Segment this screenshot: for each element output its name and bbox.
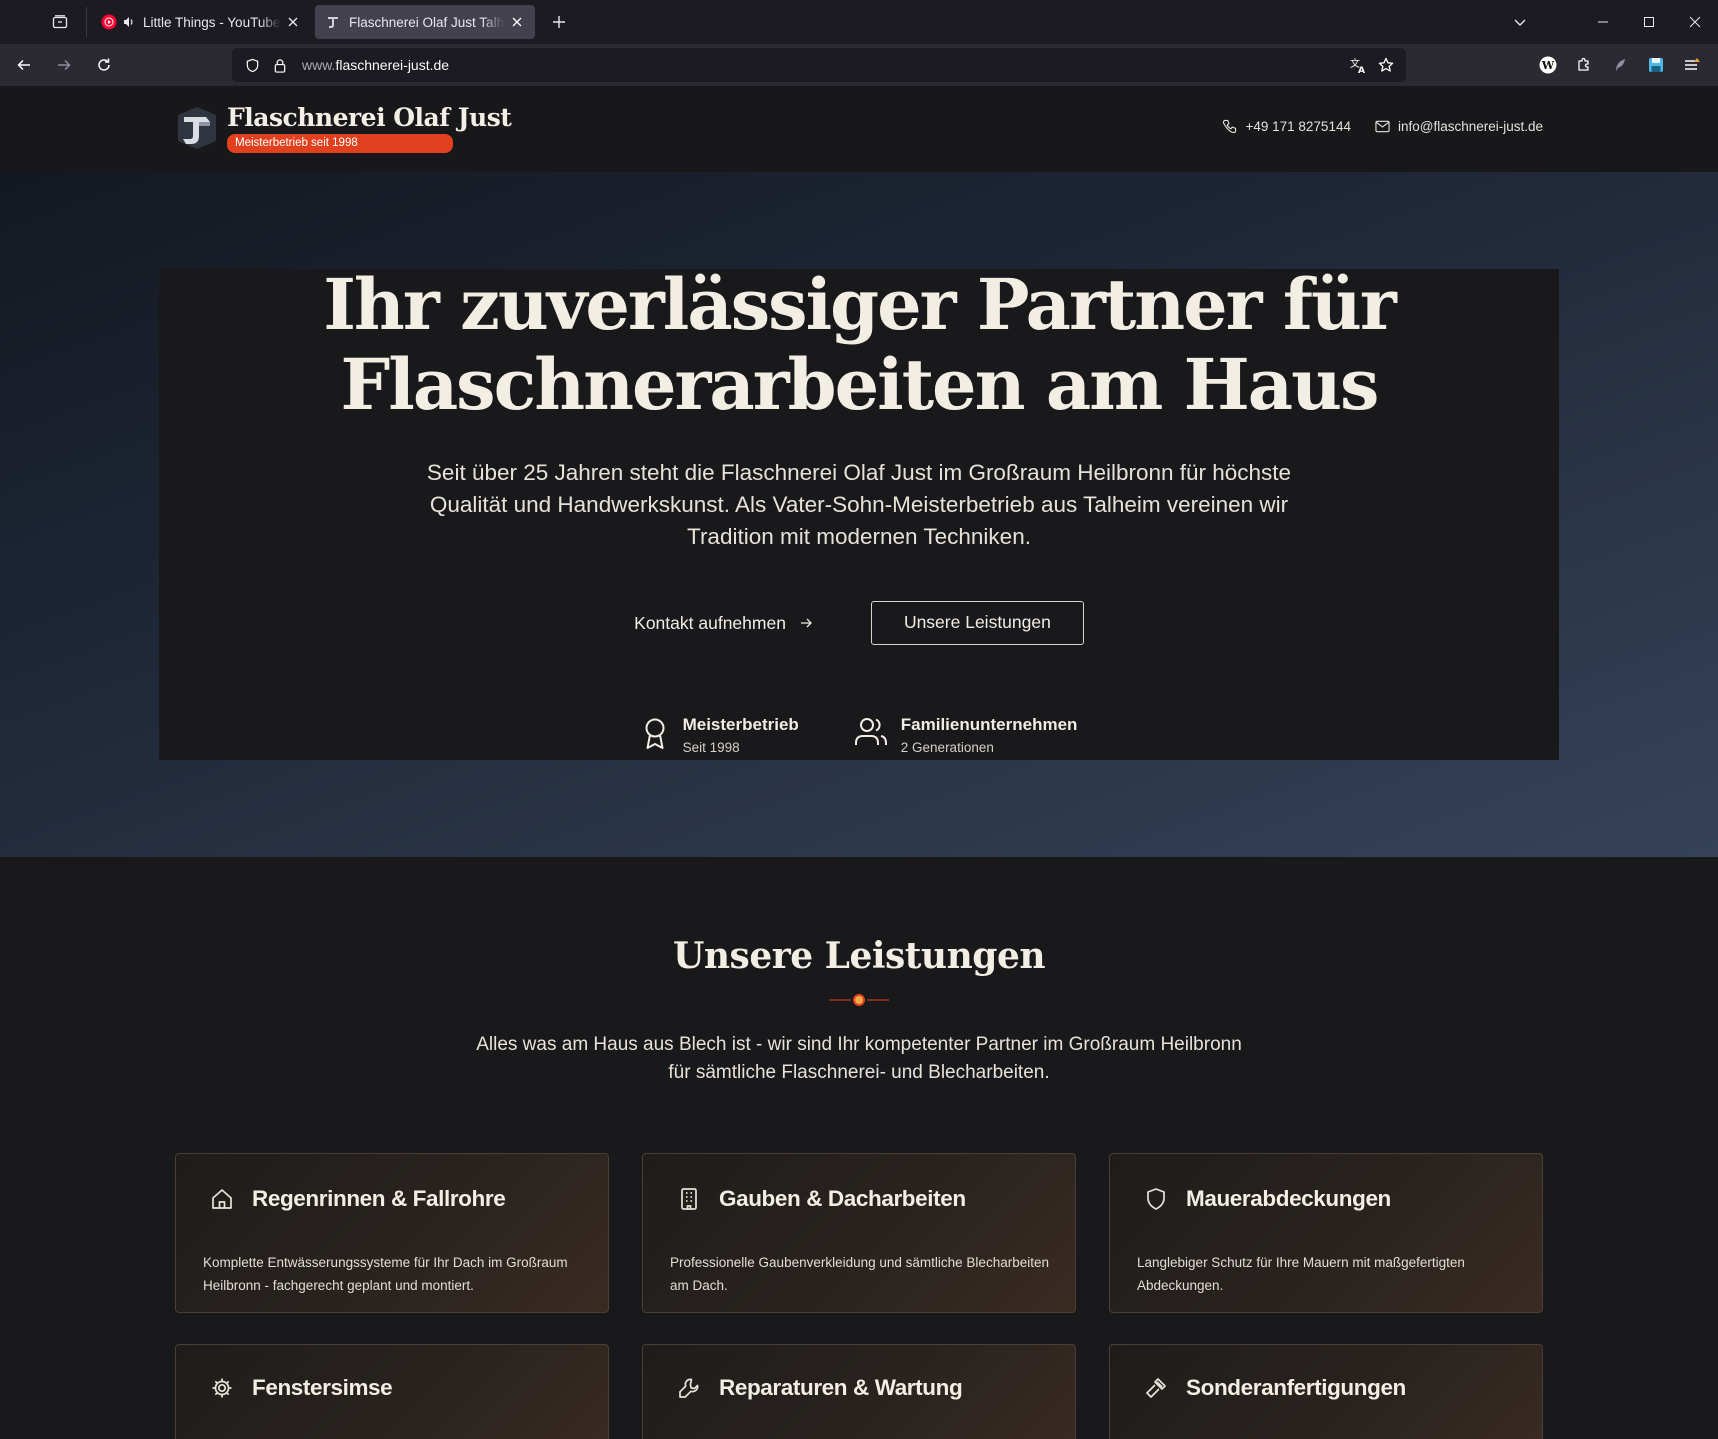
contact-button[interactable]: Kontakt aufnehmen — [634, 613, 813, 634]
audio-playing-icon[interactable] — [123, 16, 135, 28]
shield-icon — [1147, 1188, 1165, 1210]
plus-icon — [553, 16, 565, 28]
arrow-right-icon — [800, 618, 812, 628]
services-button[interactable]: Unsere Leistungen — [870, 601, 1084, 645]
service-card-gutters[interactable]: Regenrinnen & Fallrohre Komplette Entwäs… — [175, 1153, 609, 1313]
translate-icon[interactable]: 文A — [1344, 48, 1372, 82]
minimize-button[interactable] — [1580, 0, 1626, 44]
firefox-view-icon — [52, 15, 68, 29]
service-card-window-sills[interactable]: Fenstersimse — [175, 1344, 609, 1439]
youtube-music-icon — [101, 14, 117, 30]
hero-subtitle: Seit über 25 Jahren steht die Flaschnere… — [426, 460, 1292, 549]
close-tab-icon[interactable] — [509, 14, 525, 30]
hammer-icon — [1146, 1378, 1166, 1398]
email-address: info@flaschnerei-just.de — [1397, 119, 1543, 134]
minimize-icon — [1598, 21, 1608, 23]
svg-text:A: A — [1358, 66, 1365, 74]
bookmark-star-icon[interactable] — [1372, 48, 1400, 82]
section-divider-icon — [829, 994, 889, 1006]
arrow-right-icon — [58, 59, 71, 71]
address-bar[interactable]: www.flaschnerei-just.de 文A — [232, 48, 1406, 82]
chevron-down-icon — [1514, 19, 1526, 26]
feature-family-business: Familienunternehmen 2 Generationen — [854, 715, 1077, 755]
brand-home-link[interactable]: Flaschnerei Olaf Just Meisterbetrieb sei… — [175, 103, 512, 153]
back-button[interactable] — [6, 47, 42, 83]
service-card-custom[interactable]: Sonderanfertigungen — [1109, 1344, 1543, 1439]
save-extension-icon[interactable] — [1638, 47, 1674, 83]
arrow-left-icon — [17, 59, 30, 71]
phone-icon — [1223, 119, 1237, 134]
list-all-tabs-button[interactable] — [1498, 0, 1542, 44]
hero-title: Ihr zuverlässiger Partner für Flaschnera… — [323, 263, 1397, 426]
phone-number: +49 171 8275144 — [1245, 119, 1351, 134]
reload-button[interactable] — [86, 47, 122, 83]
tracking-shield-icon[interactable] — [238, 48, 266, 82]
company-logo-icon — [178, 107, 216, 149]
new-tab-button[interactable] — [541, 4, 577, 40]
building-icon — [681, 1188, 697, 1210]
award-icon — [645, 718, 665, 749]
hero-card: Ihr zuverlässiger Partner für Flaschnera… — [159, 265, 1559, 760]
tab-title: Flaschnerei Olaf Just Talheim - Meisterb… — [349, 14, 505, 30]
email-link[interactable]: info@flaschnerei-just.de — [1375, 119, 1543, 134]
service-card-repairs[interactable]: Reparaturen & Wartung — [642, 1344, 1076, 1439]
firefox-view-button[interactable] — [38, 0, 82, 44]
services-subtitle: Alles was am Haus aus Blech ist - wir si… — [476, 1034, 1242, 1083]
reload-icon — [98, 58, 110, 71]
maximize-button[interactable] — [1626, 0, 1672, 44]
close-tab-icon[interactable] — [285, 14, 301, 30]
established-badge: Meisterbetrieb seit 1998 — [227, 134, 453, 153]
site-favicon-icon — [325, 14, 341, 30]
extensions-puzzle-icon[interactable] — [1566, 47, 1602, 83]
brand-name: Flaschnerei Olaf Just — [227, 103, 512, 132]
lock-icon[interactable] — [266, 48, 294, 82]
browser-tab-bar: Little Things - YouTube Music Flaschnere… — [0, 0, 1718, 44]
forward-button[interactable] — [46, 47, 82, 83]
feather-extension-icon[interactable] — [1602, 47, 1638, 83]
url-text[interactable]: www.flaschnerei-just.de — [302, 57, 449, 73]
users-icon — [854, 718, 887, 745]
services-title: Unsere Leistungen — [672, 935, 1046, 977]
phone-link[interactable]: +49 171 8275144 — [1222, 119, 1351, 134]
wikipedia-extension-icon[interactable]: W — [1530, 47, 1566, 83]
maximize-icon — [1644, 17, 1654, 27]
header-contact: +49 171 8275144 info@flaschnerei-just.de — [1198, 119, 1543, 134]
feature-master-business: Meisterbetrieb Seit 1998 — [641, 715, 799, 755]
hero-section: Ihr zuverlässiger Partner für Flaschnera… — [0, 172, 1718, 857]
service-card-dormers[interactable]: Gauben & Dacharbeiten Professionelle Gau… — [642, 1153, 1076, 1313]
wrench-icon — [679, 1378, 699, 1398]
tab-flaschnerei[interactable]: Flaschnerei Olaf Just Talheim - Meisterb… — [315, 5, 535, 39]
svg-text:W: W — [1541, 59, 1555, 72]
tab-title: Little Things - YouTube Music — [143, 14, 281, 30]
home-icon — [212, 1189, 232, 1209]
app-menu-icon[interactable] — [1674, 47, 1710, 83]
gear-icon — [212, 1378, 232, 1398]
tab-youtube-music[interactable]: Little Things - YouTube Music — [91, 5, 311, 39]
service-card-wall-caps[interactable]: Mauerabdeckungen Langlebiger Schutz für … — [1109, 1153, 1543, 1313]
services-section: Unsere Leistungen Alles was am Haus aus … — [0, 857, 1718, 1439]
close-icon — [1689, 16, 1701, 28]
mail-icon — [1375, 120, 1390, 133]
site-header: Flaschnerei Olaf Just Meisterbetrieb sei… — [0, 86, 1718, 172]
close-window-button[interactable] — [1672, 0, 1718, 44]
browser-nav-bar: www.flaschnerei-just.de 文A W — [0, 44, 1718, 86]
